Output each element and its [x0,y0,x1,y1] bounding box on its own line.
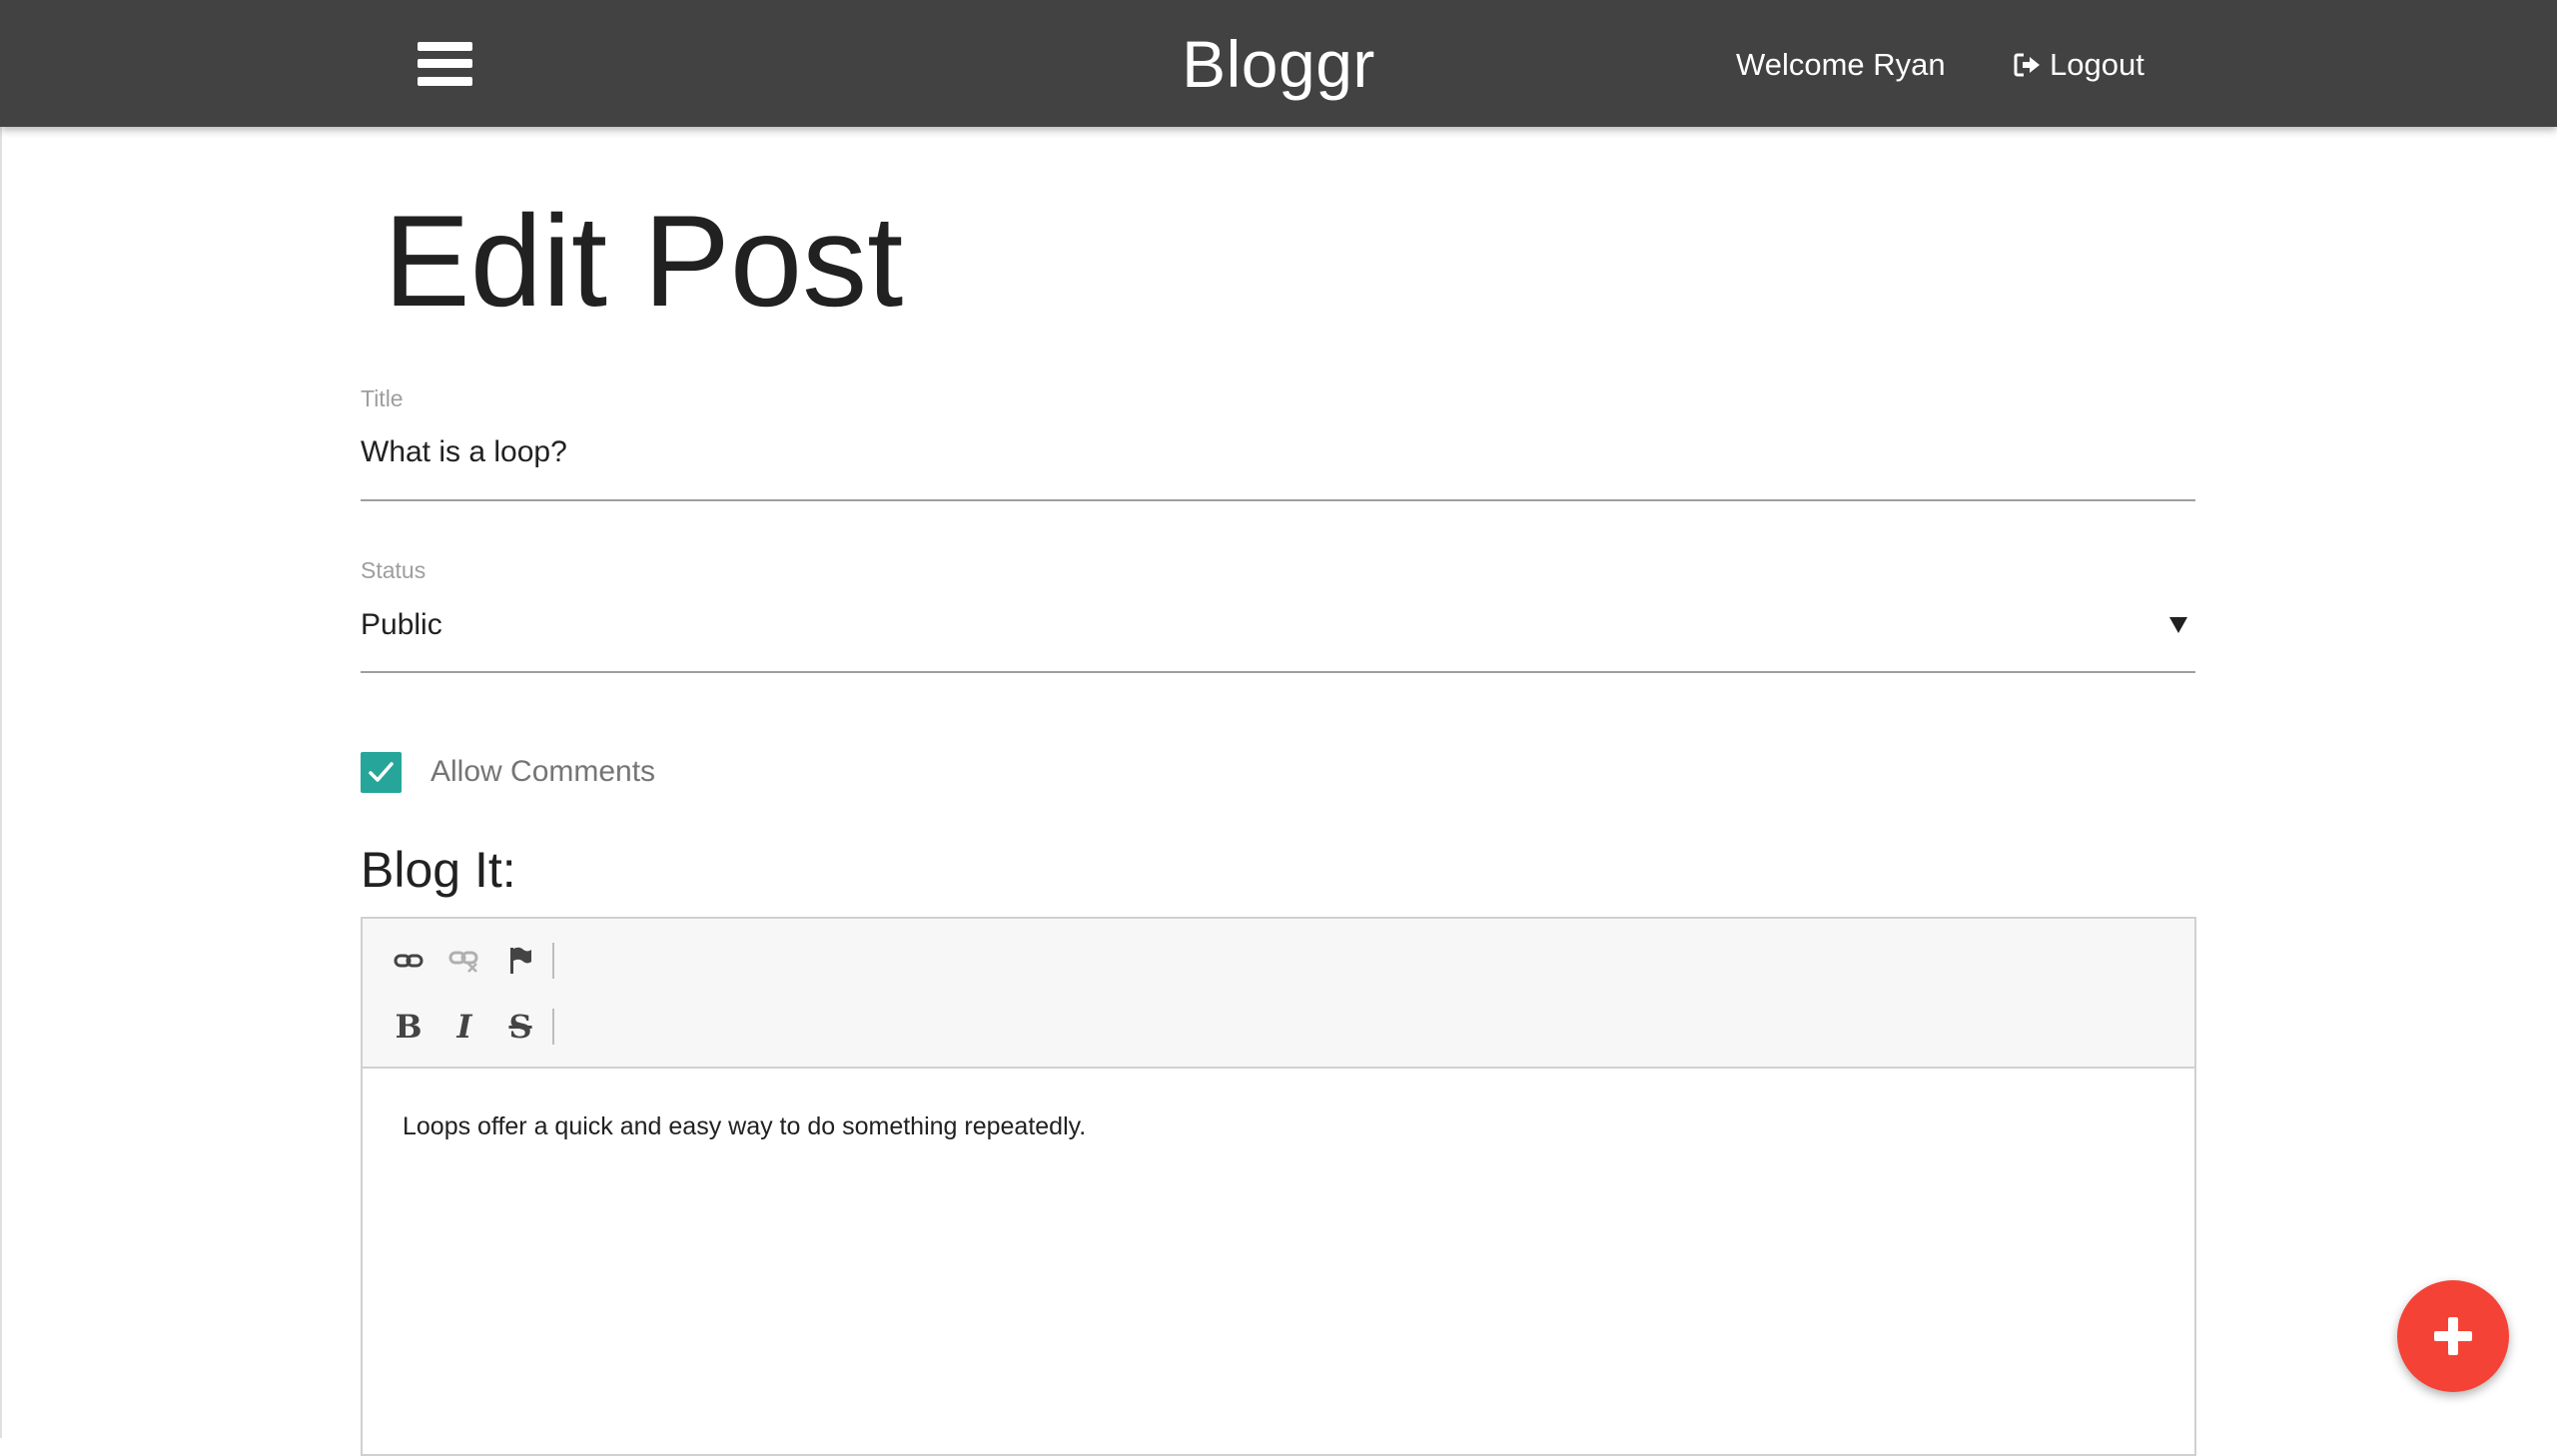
page-left-border [0,127,2,1438]
page-title: Edit Post [384,188,904,334]
allow-comments-checkbox[interactable] [361,751,402,793]
anchor-flag-icon [510,947,531,974]
allow-comments-row[interactable]: Allow Comments [361,751,655,793]
logout-icon [2014,53,2040,77]
editor-toolbar: B I S [363,919,2194,1069]
menu-icon-bar [418,77,472,86]
logout-button[interactable]: Logout [2014,40,2144,90]
dropdown-caret-icon [2169,617,2187,633]
link-button[interactable] [385,937,432,985]
allow-comments-label: Allow Comments [430,755,656,788]
menu-icon-bar [418,42,472,51]
brand-title[interactable]: Bloggr [1079,24,1478,104]
bold-button[interactable]: B [385,1003,432,1051]
link-icon [394,954,424,968]
checkmark-icon [369,761,394,782]
unlink-button[interactable] [440,937,488,985]
strikethrough-button[interactable]: S [496,1003,544,1051]
editor-heading: Blog It: [361,842,516,898]
unlink-icon [448,951,478,973]
rich-text-editor: B I S Loops offer a quick and easy way t… [361,917,2196,1456]
title-input[interactable]: What is a loop? [361,427,2195,501]
menu-icon-bar [418,59,472,68]
editor-content[interactable]: Loops offer a quick and easy way to do s… [363,1069,2194,1144]
title-field-label: Title [361,385,404,411]
bold-icon: B [395,1008,423,1046]
add-post-fab[interactable] [2397,1280,2509,1392]
italic-icon: I [456,1008,472,1046]
strikethrough-icon: S [508,1008,532,1046]
italic-button[interactable]: I [440,1003,488,1051]
status-select[interactable]: Public [361,599,2195,673]
top-navbar: Bloggr Welcome Ryan Logout [0,0,2557,127]
plus-icon [2448,1317,2458,1355]
status-selected-value: Public [361,608,442,641]
welcome-text: Welcome Ryan [1736,47,1946,82]
status-field-label: Status [361,557,426,583]
toolbar-separator [552,1009,554,1045]
toolbar-separator [552,943,554,979]
menu-icon[interactable] [418,42,472,86]
logout-label: Logout [2050,47,2144,82]
anchor-button[interactable] [496,937,544,985]
